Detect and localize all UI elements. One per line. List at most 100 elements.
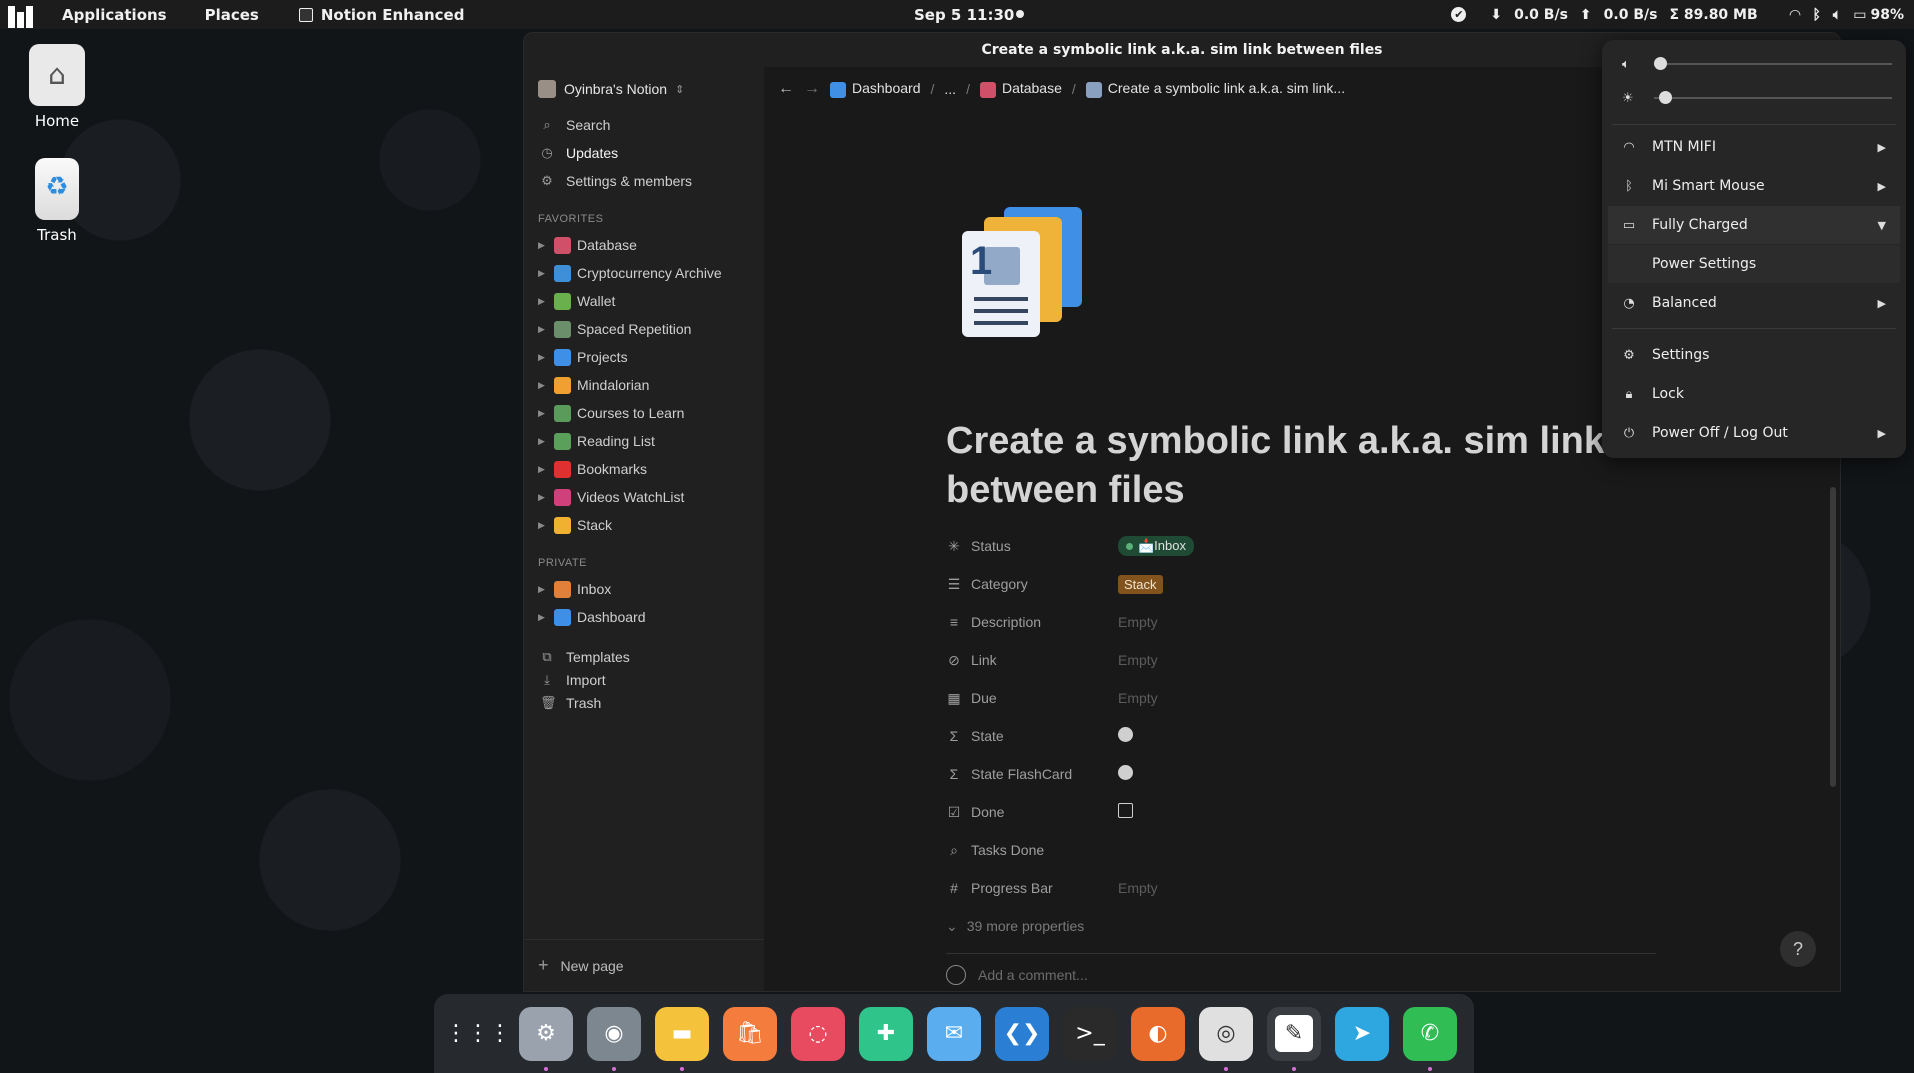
expand-triangle-icon[interactable]: ▶ xyxy=(538,324,548,335)
dock-notion-enhanced-icon[interactable]: ✎ xyxy=(1267,1006,1321,1071)
expand-triangle-icon[interactable]: ▶ xyxy=(538,268,548,279)
dock-terminal-icon[interactable]: >_ xyxy=(1063,1006,1117,1061)
dock-files-icon[interactable]: ▬ xyxy=(655,1006,709,1071)
dock-screenshot-icon[interactable]: ◉ xyxy=(587,1006,641,1071)
comment-input[interactable]: Add a comment... xyxy=(946,965,1088,985)
dock-whatsapp-icon[interactable]: ✆ xyxy=(1403,1006,1457,1071)
property-value[interactable]: 📩Inbox xyxy=(1118,536,1194,556)
dock-chrome-icon[interactable]: ◎ xyxy=(1199,1006,1253,1071)
sidebar-page-courses-to-learn[interactable]: ▶ Courses to Learn xyxy=(524,399,764,427)
menu-item-settings[interactable]: ⚙ Settings xyxy=(1608,336,1900,374)
dock-app-grid-icon[interactable]: ⋮⋮⋮ xyxy=(445,1006,511,1061)
dock-backup-icon[interactable]: ◌ xyxy=(791,1006,845,1061)
status-pill[interactable]: 📩Inbox xyxy=(1118,536,1194,556)
expand-triangle-icon[interactable]: ▶ xyxy=(538,352,548,363)
clock[interactable]: Sep 5 11:30 xyxy=(914,6,1014,24)
expand-triangle-icon[interactable]: ▶ xyxy=(538,296,548,307)
expand-triangle-icon[interactable]: ▶ xyxy=(538,584,548,595)
dock-app-store-icon[interactable]: 🛍︎ xyxy=(723,1006,777,1061)
breadcrumb-current[interactable]: Create a symbolic link a.k.a. sim link..… xyxy=(1085,80,1345,98)
volume-slider[interactable]: 🔈︎ xyxy=(1622,54,1892,74)
property-name[interactable]: ▦ Due xyxy=(946,690,1118,707)
scrollbar[interactable] xyxy=(1830,487,1836,787)
property-name[interactable]: ⊘ Link xyxy=(946,652,1118,669)
sidebar-page-spaced-repetition[interactable]: ▶ Spaced Repetition xyxy=(524,315,764,343)
places-menu[interactable]: Places xyxy=(205,6,259,24)
menu-item-power-off[interactable]: ⏻ Power Off / Log Out ▶ xyxy=(1608,414,1900,452)
expand-triangle-icon[interactable]: ▶ xyxy=(538,380,548,391)
expand-triangle-icon[interactable]: ▶ xyxy=(538,436,548,447)
new-page-button[interactable]: + New page xyxy=(524,939,764,991)
sidebar-nav-settings[interactable]: ⚙ Settings & members xyxy=(524,167,764,195)
sidebar-page-wallet[interactable]: ▶ Wallet xyxy=(524,287,764,315)
volume-track[interactable] xyxy=(1654,57,1892,70)
desktop-trash-icon[interactable]: Trash xyxy=(12,158,102,244)
breadcrumb-database[interactable]: Database xyxy=(979,80,1062,98)
property-name[interactable]: ≡ Description xyxy=(946,614,1118,630)
breadcrumb-ellipsis[interactable]: ... xyxy=(944,81,956,97)
dock-telegram-icon[interactable]: ➤ xyxy=(1335,1006,1389,1061)
property-value[interactable] xyxy=(1118,765,1133,783)
sidebar-page-reading-list[interactable]: ▶ Reading List xyxy=(524,427,764,455)
brightness-knob[interactable] xyxy=(1659,91,1673,104)
menu-item-lock[interactable]: 🔒︎ Lock xyxy=(1608,375,1900,413)
sidebar-page-stack[interactable]: ▶ Stack xyxy=(524,511,764,539)
more-properties-toggle[interactable]: ⌄ 39 more properties xyxy=(946,907,1646,945)
sidebar-page-database[interactable]: ▶ Database xyxy=(524,231,764,259)
property-name[interactable]: Σ State xyxy=(946,728,1118,744)
sidebar-page-inbox[interactable]: ▶ Inbox xyxy=(524,575,764,603)
sidebar-page-videos-watchlist[interactable]: ▶ Videos WatchList xyxy=(524,483,764,511)
applications-menu[interactable]: Applications xyxy=(62,6,167,24)
menu-item-power-mode[interactable]: ◔ Balanced ▶ xyxy=(1608,284,1900,322)
category-tag[interactable]: Stack xyxy=(1118,575,1163,594)
sidebar-page-projects[interactable]: ▶ Projects xyxy=(524,343,764,371)
sidebar-nav-updates[interactable]: ◷ Updates xyxy=(524,139,764,167)
breadcrumb-dashboard[interactable]: Dashboard xyxy=(830,80,921,98)
status-area[interactable]: ✔ ⬇ 0.0 B/s ⬆ 0.0 B/s Σ 89.80 MB ◠ ᛒ 🔈︎ … xyxy=(1451,0,1904,29)
desktop-home-icon[interactable]: Home xyxy=(12,44,102,130)
property-value[interactable]: Empty xyxy=(1118,614,1158,630)
property-name[interactable]: # Progress Bar xyxy=(946,880,1118,896)
back-arrow-icon[interactable]: ← xyxy=(778,80,794,98)
menu-item-bluetooth[interactable]: ᛒ Mi Smart Mouse ▶ xyxy=(1608,167,1900,205)
distro-logo-icon[interactable] xyxy=(8,2,36,28)
check-circle-icon[interactable]: ✔ xyxy=(1451,7,1467,22)
property-value[interactable]: Empty xyxy=(1118,690,1158,706)
help-button[interactable]: ? xyxy=(1780,931,1816,967)
property-value[interactable] xyxy=(1118,803,1133,821)
sidebar-page-bookmarks[interactable]: ▶ Bookmarks xyxy=(524,455,764,483)
sidebar-tool-import[interactable]: ⤓ Import xyxy=(524,668,764,691)
sidebar-tool-trash[interactable]: 🗑︎ Trash xyxy=(524,691,764,714)
expand-triangle-icon[interactable]: ▶ xyxy=(538,492,548,503)
property-name[interactable]: Σ State FlashCard xyxy=(946,766,1118,782)
sidebar-page-cryptocurrency-archive[interactable]: ▶ Cryptocurrency Archive xyxy=(524,259,764,287)
page-title[interactable]: Create a symbolic link a.k.a. sim link b… xyxy=(946,417,1626,515)
sidebar-page-dashboard[interactable]: ▶ Dashboard xyxy=(524,603,764,631)
property-name[interactable]: ☰ Category xyxy=(946,576,1118,593)
dock-vscode-icon[interactable]: ❮❯ xyxy=(995,1006,1049,1061)
dock-system-settings-icon[interactable]: ⚙ xyxy=(519,1006,573,1071)
dock-extensions-icon[interactable]: ✚ xyxy=(859,1006,913,1061)
page-cover-icon[interactable]: 1 xyxy=(954,207,1084,337)
property-value[interactable]: Stack xyxy=(1118,575,1163,594)
brightness-track[interactable] xyxy=(1654,91,1892,104)
workspace-switcher[interactable]: Oyinbra's Notion ⇕ xyxy=(524,67,764,111)
done-checkbox[interactable] xyxy=(1118,803,1133,818)
property-name[interactable]: ☑ Done xyxy=(946,804,1118,821)
menu-item-power-settings[interactable]: Power Settings xyxy=(1608,245,1900,283)
volume-knob[interactable] xyxy=(1654,57,1667,70)
expand-triangle-icon[interactable]: ▶ xyxy=(538,240,548,251)
menu-item-wifi[interactable]: ◠ MTN MIFI ▶ xyxy=(1608,128,1900,166)
expand-triangle-icon[interactable]: ▶ xyxy=(538,408,548,419)
property-value[interactable]: Empty xyxy=(1118,652,1158,668)
property-name[interactable]: ⌕ Tasks Done xyxy=(946,842,1118,859)
active-app-menu[interactable]: Notion Enhanced xyxy=(298,6,464,24)
sidebar-tool-templates[interactable]: ⧉ Templates xyxy=(524,645,764,668)
expand-triangle-icon[interactable]: ▶ xyxy=(538,464,548,475)
expand-triangle-icon[interactable]: ▶ xyxy=(538,612,548,623)
dock-firefox-icon[interactable]: ◐ xyxy=(1131,1006,1185,1061)
dock-mail-icon[interactable]: ✉ xyxy=(927,1006,981,1061)
property-value[interactable] xyxy=(1118,727,1133,745)
property-value[interactable]: Empty xyxy=(1118,880,1158,896)
expand-triangle-icon[interactable]: ▶ xyxy=(538,520,548,531)
